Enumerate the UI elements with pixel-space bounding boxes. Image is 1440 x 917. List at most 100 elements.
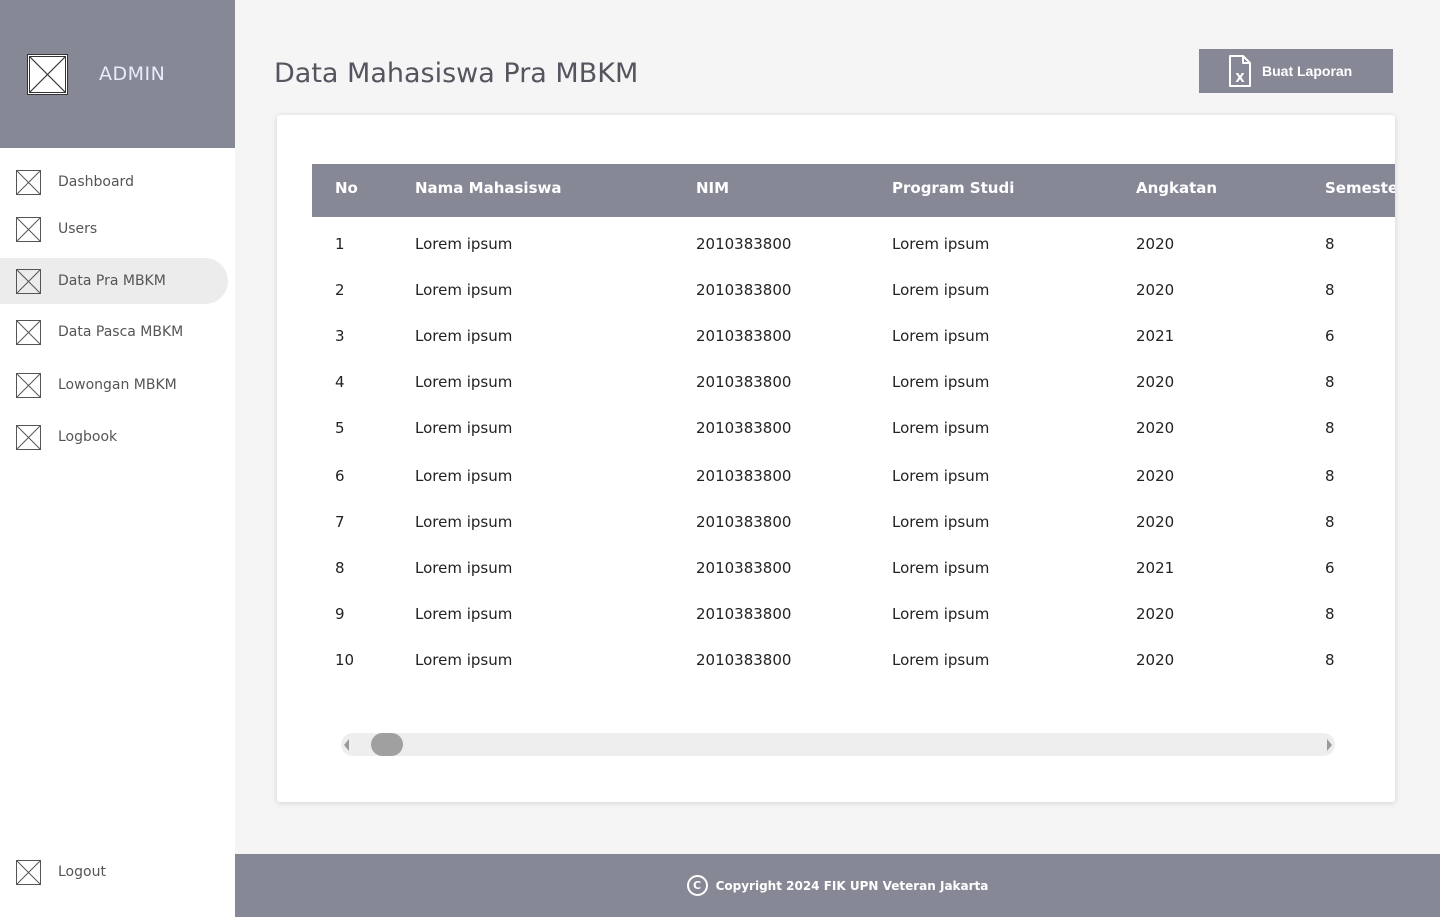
- cell-angkatan: 2020: [1136, 373, 1175, 391]
- cell-program-studi: Lorem ipsum: [892, 373, 990, 391]
- cell-nama: Lorem ipsum: [415, 281, 513, 299]
- sidebar-item-label: Data Pasca MBKM: [58, 324, 184, 340]
- cell-semester: 8: [1325, 235, 1335, 253]
- cell-angkatan: 2021: [1136, 327, 1175, 345]
- scroll-right-icon[interactable]: [1327, 739, 1332, 751]
- cell-nim: 2010383800: [696, 281, 792, 299]
- page-title: Data Mahasiswa Pra MBKM: [274, 58, 639, 89]
- cell-nim: 2010383800: [696, 513, 792, 531]
- cell-nim: 2010383800: [696, 467, 792, 485]
- create-report-button[interactable]: X Buat Laporan: [1199, 49, 1393, 93]
- svg-text:X: X: [1235, 71, 1245, 85]
- cell-semester: 6: [1325, 327, 1335, 345]
- cell-program-studi: Lorem ipsum: [892, 513, 990, 531]
- cell-program-studi: Lorem ipsum: [892, 559, 990, 577]
- cell-nim: 2010383800: [696, 373, 792, 391]
- cell-nama: Lorem ipsum: [415, 373, 513, 391]
- cell-no: 5: [335, 419, 345, 437]
- column-header-nim: NIM: [696, 179, 730, 197]
- sidebar-item-label: Lowongan MBKM: [58, 377, 177, 393]
- sidebar-item-label: Dashboard: [58, 174, 134, 190]
- create-report-label: Buat Laporan: [1262, 63, 1353, 79]
- cell-no: 4: [335, 373, 345, 391]
- cell-nim: 2010383800: [696, 327, 792, 345]
- cell-no: 10: [335, 651, 355, 669]
- cell-nama: Lorem ipsum: [415, 559, 513, 577]
- column-header-angkatan: Angkatan: [1136, 179, 1218, 197]
- scroll-thumb[interactable]: [371, 733, 403, 756]
- sidebar-item-label: Logbook: [58, 429, 118, 445]
- cell-program-studi: Lorem ipsum: [892, 235, 990, 253]
- cell-no: 1: [335, 235, 345, 253]
- cell-no: 6: [335, 467, 345, 485]
- placeholder-image-icon: [16, 169, 41, 195]
- cell-no: 3: [335, 327, 345, 345]
- cell-angkatan: 2020: [1136, 281, 1175, 299]
- cell-angkatan: 2020: [1136, 467, 1175, 485]
- cell-nama: Lorem ipsum: [415, 651, 513, 669]
- cell-nama: Lorem ipsum: [415, 327, 513, 345]
- brand-title: ADMIN: [99, 63, 166, 85]
- cell-nama: Lorem ipsum: [415, 605, 513, 623]
- cell-program-studi: Lorem ipsum: [892, 605, 990, 623]
- placeholder-image-icon: [16, 268, 41, 294]
- cell-angkatan: 2020: [1136, 235, 1175, 253]
- cell-nim: 2010383800: [696, 559, 792, 577]
- sidebar-item-logout[interactable]: Logout: [0, 849, 228, 895]
- column-header-no: No: [335, 179, 358, 197]
- cell-nama: Lorem ipsum: [415, 235, 513, 253]
- cell-program-studi: Lorem ipsum: [892, 327, 990, 345]
- cell-no: 2: [335, 281, 345, 299]
- sidebar-item-data-pra-mbkm[interactable]: Data Pra MBKM: [0, 258, 228, 304]
- cell-no: 9: [335, 605, 345, 623]
- table-header: No Nama Mahasiswa NIM Program Studi Angk…: [312, 164, 1395, 217]
- placeholder-image-icon: [16, 859, 41, 885]
- copyright-icon: C: [686, 875, 708, 896]
- cell-angkatan: 2020: [1136, 651, 1175, 669]
- cell-semester: 6: [1325, 559, 1335, 577]
- sidebar-item-label: Data Pra MBKM: [58, 273, 166, 289]
- cell-angkatan: 2020: [1136, 605, 1175, 623]
- placeholder-image-icon: [16, 424, 41, 450]
- sidebar-brand: ADMIN: [0, 0, 235, 148]
- cell-angkatan: 2020: [1136, 513, 1175, 531]
- cell-program-studi: Lorem ipsum: [892, 651, 990, 669]
- cell-semester: 8: [1325, 651, 1335, 669]
- cell-semester: 8: [1325, 419, 1335, 437]
- column-header-semester: Semester: [1325, 179, 1395, 197]
- cell-angkatan: 2020: [1136, 419, 1175, 437]
- column-header-program-studi: Program Studi: [892, 179, 1015, 197]
- cell-nama: Lorem ipsum: [415, 419, 513, 437]
- cell-nim: 2010383800: [696, 605, 792, 623]
- horizontal-scrollbar[interactable]: [341, 733, 1335, 756]
- cell-program-studi: Lorem ipsum: [892, 281, 990, 299]
- table-card: No Nama Mahasiswa NIM Program Studi Angk…: [277, 115, 1395, 802]
- cell-no: 7: [335, 513, 345, 531]
- cell-semester: 8: [1325, 281, 1335, 299]
- cell-nama: Lorem ipsum: [415, 467, 513, 485]
- cell-nama: Lorem ipsum: [415, 513, 513, 531]
- sidebar-item-data-pasca-mbkm[interactable]: Data Pasca MBKM: [0, 309, 228, 355]
- sidebar-item-lowongan-mbkm[interactable]: Lowongan MBKM: [0, 362, 228, 408]
- sidebar-item-label: Logout: [58, 864, 106, 880]
- cell-semester: 8: [1325, 373, 1335, 391]
- sidebar: ADMIN Dashboard Users Data Pra MBKM Data…: [0, 0, 235, 917]
- footer-text: Copyright 2024 FIK UPN Veteran Jakarta: [715, 878, 989, 893]
- placeholder-image-icon: [16, 216, 41, 242]
- cell-angkatan: 2021: [1136, 559, 1175, 577]
- column-header-nama: Nama Mahasiswa: [415, 179, 562, 197]
- cell-nim: 2010383800: [696, 235, 792, 253]
- cell-nim: 2010383800: [696, 651, 792, 669]
- sidebar-item-logbook[interactable]: Logbook: [0, 414, 228, 460]
- cell-program-studi: Lorem ipsum: [892, 467, 990, 485]
- excel-file-icon: X: [1229, 55, 1251, 87]
- sidebar-item-users[interactable]: Users: [0, 206, 228, 252]
- cell-semester: 8: [1325, 605, 1335, 623]
- cell-nim: 2010383800: [696, 419, 792, 437]
- footer: C Copyright 2024 FIK UPN Veteran Jakarta: [235, 854, 1440, 917]
- sidebar-item-label: Users: [58, 221, 98, 237]
- scroll-left-icon[interactable]: [344, 739, 349, 751]
- sidebar-item-dashboard[interactable]: Dashboard: [0, 159, 228, 205]
- cell-program-studi: Lorem ipsum: [892, 419, 990, 437]
- cell-semester: 8: [1325, 513, 1335, 531]
